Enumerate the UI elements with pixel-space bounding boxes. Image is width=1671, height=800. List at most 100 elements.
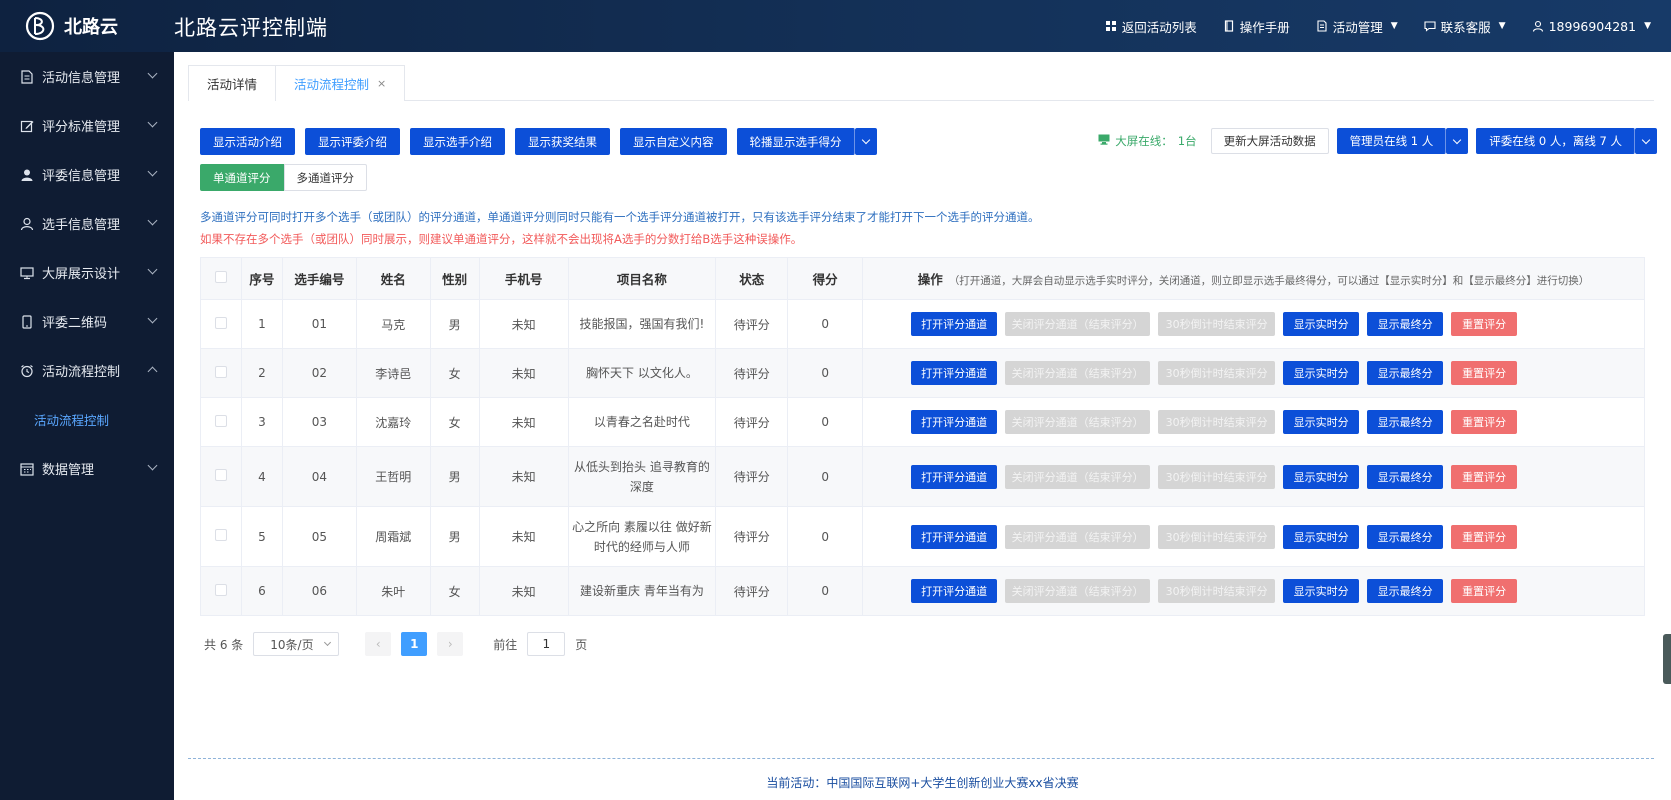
tab-flow-control[interactable]: 活动流程控制 × <box>275 65 406 101</box>
close-channel-button[interactable]: 关闭评分通道（结束评分） <box>1005 312 1151 336</box>
sidebar-item-player-info[interactable]: 选手信息管理 <box>0 199 174 248</box>
row-checkbox[interactable] <box>214 469 227 481</box>
row-select-cell[interactable] <box>200 299 242 349</box>
multi-channel-button[interactable]: 多通道评分 <box>283 164 367 191</box>
close-icon[interactable]: × <box>377 77 386 90</box>
sidebar-item-screen-design[interactable]: 大屏展示设计 <box>0 248 174 297</box>
close-channel-button[interactable]: 关闭评分通道（结束评分） <box>1005 464 1151 489</box>
open-channel-button[interactable]: 打开评分通道 <box>911 410 998 434</box>
reset-score-button[interactable]: 重置评分 <box>1451 361 1518 385</box>
show-final-button[interactable]: 显示最终分 <box>1367 524 1444 549</box>
close-channel-button[interactable]: 关闭评分通道（结束评分） <box>1005 524 1151 549</box>
cell-phone: 未知 <box>478 566 569 616</box>
admin-online-button[interactable]: 管理员在线 1 人 <box>1336 128 1447 154</box>
show-final-button[interactable]: 显示最终分 <box>1367 312 1444 336</box>
total-count: 共 6 条 <box>204 637 244 652</box>
update-screen-data-button[interactable]: 更新大屏活动数据 <box>1210 128 1329 154</box>
close-channel-button[interactable]: 关闭评分通道（结束评分） <box>1005 579 1151 603</box>
row-checkbox[interactable] <box>214 414 227 427</box>
show-player-intro-button[interactable]: 显示选手介绍 <box>410 128 505 155</box>
select-all-cell[interactable] <box>200 257 242 300</box>
col-gender: 性别 <box>429 257 480 300</box>
next-page-button[interactable]: › <box>437 632 464 656</box>
single-channel-button[interactable]: 单通道评分 <box>200 164 284 191</box>
side-scroll-handle[interactable] <box>1663 634 1671 684</box>
countdown-end-button[interactable]: 30秒倒计时结束评分 <box>1158 464 1276 489</box>
page-number-current[interactable]: 1 <box>401 632 428 656</box>
show-realtime-button[interactable]: 显示实时分 <box>1283 361 1360 385</box>
open-channel-button[interactable]: 打开评分通道 <box>911 524 998 549</box>
show-realtime-button[interactable]: 显示实时分 <box>1283 579 1360 603</box>
show-custom-content-button[interactable]: 显示自定义内容 <box>620 128 727 155</box>
select-all-checkbox[interactable] <box>214 271 227 283</box>
sidebar-item-flow-control[interactable]: 活动流程控制 <box>0 346 174 395</box>
sidebar-subitem-flow-control[interactable]: 活动流程控制 <box>0 395 174 444</box>
contact-dropdown[interactable]: 联系客服 ▼ <box>1424 17 1506 36</box>
row-select-cell[interactable] <box>200 566 242 616</box>
show-final-button[interactable]: 显示最终分 <box>1367 361 1444 385</box>
row-checkbox[interactable] <box>214 529 227 541</box>
document-icon <box>1316 20 1328 32</box>
row-checkbox[interactable] <box>214 316 227 329</box>
judge-online-dropdown[interactable] <box>1635 128 1657 154</box>
reset-score-button[interactable]: 重置评分 <box>1451 579 1518 603</box>
countdown-end-button[interactable]: 30秒倒计时结束评分 <box>1158 410 1276 434</box>
reset-score-button[interactable]: 重置评分 <box>1451 410 1518 434</box>
open-channel-button[interactable]: 打开评分通道 <box>911 312 998 336</box>
admin-online-dropdown[interactable] <box>1446 128 1469 154</box>
show-realtime-button[interactable]: 显示实时分 <box>1283 524 1360 549</box>
col-name: 姓名 <box>355 257 431 300</box>
reset-score-button[interactable]: 重置评分 <box>1451 524 1518 549</box>
countdown-end-button[interactable]: 30秒倒计时结束评分 <box>1158 579 1276 603</box>
rotate-scores-dropdown[interactable] <box>854 128 877 155</box>
row-select-cell[interactable] <box>200 446 242 507</box>
row-checkbox[interactable] <box>214 583 227 596</box>
prev-page-button[interactable]: ‹ <box>365 632 392 656</box>
judge-online-button[interactable]: 评委在线 0 人，离线 7 人 <box>1476 128 1635 154</box>
close-channel-button[interactable]: 关闭评分通道（结束评分） <box>1005 410 1151 434</box>
show-activity-intro-button[interactable]: 显示活动介绍 <box>200 128 295 155</box>
reset-score-button[interactable]: 重置评分 <box>1451 312 1518 336</box>
sidebar-item-judge-info[interactable]: 评委信息管理 <box>0 150 174 199</box>
show-award-result-button[interactable]: 显示获奖结果 <box>515 128 610 155</box>
show-realtime-button[interactable]: 显示实时分 <box>1283 464 1360 489</box>
show-judge-intro-button[interactable]: 显示评委介绍 <box>305 128 400 155</box>
close-channel-button[interactable]: 关闭评分通道（结束评分） <box>1005 361 1151 385</box>
sidebar-item-judge-qrcode[interactable]: 评委二维码 <box>0 297 174 346</box>
sidebar-item-label: 活动信息管理 <box>42 71 121 86</box>
open-channel-button[interactable]: 打开评分通道 <box>911 464 998 489</box>
sidebar-item-activity-info[interactable]: 活动信息管理 <box>0 52 174 101</box>
show-realtime-button[interactable]: 显示实时分 <box>1283 410 1360 434</box>
chevron-down-icon <box>147 215 158 226</box>
row-checkbox[interactable] <box>214 365 227 378</box>
row-select-cell[interactable] <box>200 348 242 398</box>
activity-mgmt-dropdown[interactable]: 活动管理 ▼ <box>1316 17 1398 36</box>
tab-activity-detail[interactable]: 活动详情 <box>188 65 277 101</box>
back-to-list-link[interactable]: 返回活动列表 <box>1105 17 1197 36</box>
logo[interactable]: 北路云 <box>24 10 118 42</box>
cell-phone: 未知 <box>478 299 569 349</box>
row-select-cell[interactable] <box>200 506 242 567</box>
countdown-end-button[interactable]: 30秒倒计时结束评分 <box>1158 361 1276 385</box>
open-channel-button[interactable]: 打开评分通道 <box>911 579 998 603</box>
logo-text: 北路云 <box>64 17 118 38</box>
show-final-button[interactable]: 显示最终分 <box>1367 410 1444 434</box>
sidebar-item-scoring-standard[interactable]: 评分标准管理 <box>0 101 174 150</box>
countdown-end-button[interactable]: 30秒倒计时结束评分 <box>1158 524 1276 549</box>
show-realtime-button[interactable]: 显示实时分 <box>1283 312 1360 336</box>
user-dropdown[interactable]: 18996904281 ▼ <box>1532 19 1651 34</box>
open-channel-button[interactable]: 打开评分通道 <box>911 361 998 385</box>
sidebar-item-data-mgmt[interactable]: 数据管理 <box>0 444 174 493</box>
show-final-button[interactable]: 显示最终分 <box>1367 579 1444 603</box>
goto-page-input[interactable]: 1 <box>527 632 566 656</box>
manual-link[interactable]: 操作手册 <box>1223 17 1290 36</box>
countdown-end-button[interactable]: 30秒倒计时结束评分 <box>1158 312 1276 336</box>
page-size-select[interactable]: 10条/页 <box>253 632 340 656</box>
reset-score-button[interactable]: 重置评分 <box>1451 464 1518 489</box>
row-select-cell[interactable] <box>200 397 242 447</box>
sidebar-item-label: 大屏展示设计 <box>42 267 121 282</box>
show-final-button[interactable]: 显示最终分 <box>1367 464 1444 489</box>
rotate-scores-button[interactable]: 轮播显示选手得分 <box>736 128 855 155</box>
cell-ops: 打开评分通道 关闭评分通道（结束评分） 30秒倒计时结束评分 显示实时分 显示最终分 重置… <box>862 299 1645 349</box>
book-icon <box>1223 20 1235 32</box>
